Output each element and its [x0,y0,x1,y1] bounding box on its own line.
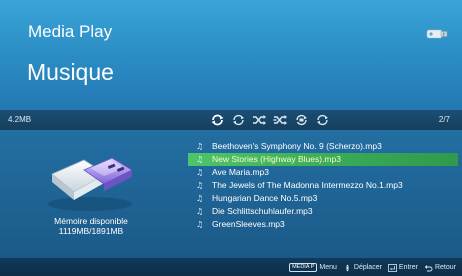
file-item[interactable]: ♫ Beethoven's Symphony No. 9 (Scherzo).mp… [188,140,458,153]
file-list: ♫ Beethoven's Symphony No. 9 (Scherzo).mp… [188,140,458,231]
file-item[interactable]: ♫ Hungarian Dance No.5.mp3 [188,192,458,205]
file-item[interactable]: ♫ The Jewels of The Madonna Intermezzo No… [188,179,458,192]
repeat-icon[interactable] [210,113,225,127]
file-name: Ave Maria.mp3 [212,167,270,177]
shuffle-all-icon[interactable] [273,113,288,127]
enter-icon [388,263,397,272]
header: Media Play Musique [0,0,462,110]
back-label: Retour [434,264,456,271]
usb-drive-icon [44,148,140,214]
usb-stick-icon [426,27,450,39]
playback-mode-controls [210,113,330,127]
music-note-icon: ♫ [196,220,204,229]
file-name: Die Schlittschuhlaufer.mp3 [212,206,313,216]
return-icon [424,264,433,272]
music-note-icon: ♫ [196,207,204,216]
bottom-bar: MEDIA P Menu Déplacer Entrer Retour [0,258,462,276]
media-play-screen: Media Play Musique 4.2MB 2/7 Mémoire dis… [0,0,462,276]
enter-hint: Entrer [388,263,418,272]
memory-values: 1119MB/1891MB [58,226,124,236]
file-item[interactable]: ♫ Die Schlittschuhlaufer.mp3 [188,205,458,218]
move-hint: Déplacer [343,264,382,272]
shuffle-icon[interactable] [252,113,267,127]
repeat-all-icon[interactable] [315,113,330,127]
file-item-selected[interactable]: ♫ New Stories (Highway Blues).mp3 [188,153,458,166]
repeat-one-icon[interactable] [231,113,246,127]
key-hints: MEDIA P Menu Déplacer Entrer Retour [289,262,456,273]
dpad-icon [343,264,352,272]
track-counter: 2/7 [438,115,450,124]
enter-label: Entrer [398,264,418,271]
file-name: GreenSleeves.mp3 [212,219,285,229]
file-item[interactable]: ♫ Ave Maria.mp3 [188,166,458,179]
storage-size: 4.2MB [8,115,32,124]
file-name: Hungarian Dance No.5.mp3 [212,193,318,203]
music-note-icon: ♫ [196,155,204,164]
music-note-icon: ♫ [196,168,204,177]
menu-label: Menu [319,264,337,271]
file-item[interactable]: ♫ GreenSleeves.mp3 [188,218,458,231]
file-name: The Jewels of The Madonna Intermezzo No.… [212,180,403,190]
status-bar: 4.2MB 2/7 [0,110,462,130]
memory-panel: Mémoire disponible 1119MB/1891MB [0,130,182,258]
repeat-folder-icon[interactable] [294,113,309,127]
music-note-icon: ♫ [196,194,204,203]
file-name: Beethoven's Symphony No. 9 (Scherzo).mp3 [212,141,382,151]
back-hint: Retour [424,264,456,272]
music-note-icon: ♫ [196,181,204,190]
music-note-icon: ♫ [196,142,204,151]
menu-hint: MEDIA P Menu [289,263,337,272]
move-label: Déplacer [353,264,382,271]
app-title: Media Play [28,22,113,41]
memory-label: Mémoire disponible [54,216,128,226]
file-name: New Stories (Highway Blues).mp3 [212,154,341,164]
section-title: Musique [27,59,114,85]
main-panel: Mémoire disponible 1119MB/1891MB ♫ Beetho… [0,130,462,258]
media-p-key: MEDIA P [289,263,318,272]
